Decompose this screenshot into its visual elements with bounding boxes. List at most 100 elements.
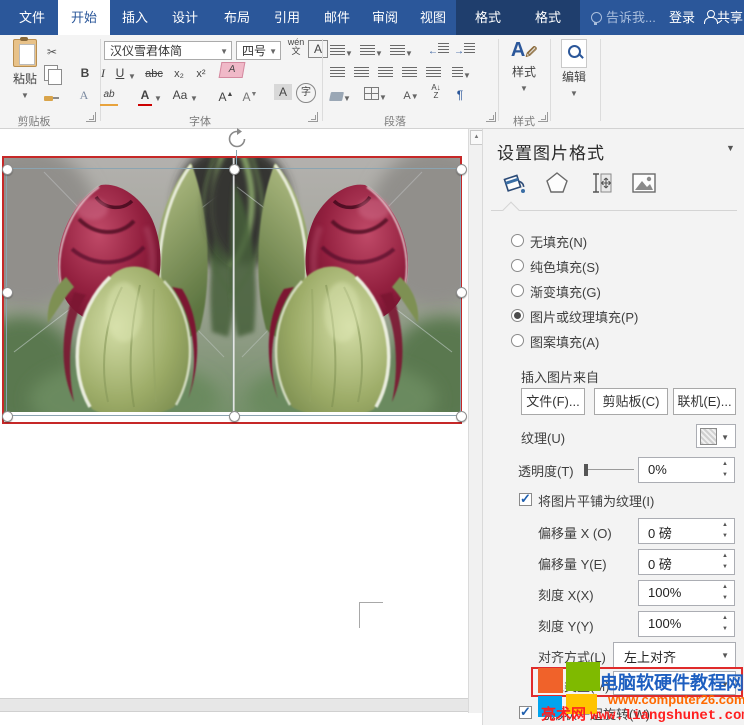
tab-format-picture[interactable]: 格式 [462,0,514,35]
superscript-button[interactable]: x² [192,65,210,83]
radio-solid-fill-label[interactable]: 纯色填充(S) [530,257,599,276]
tab-review[interactable]: 审阅 [362,0,408,35]
tab-design[interactable]: 设计 [162,0,208,35]
enclose-characters-icon[interactable]: 字 [296,83,316,103]
fill-line-tab-icon[interactable] [499,169,527,197]
pane-options-caret-icon[interactable]: ▼ [726,143,735,153]
tab-references[interactable]: 引用 [264,0,310,35]
radio-no-fill[interactable] [511,234,524,247]
tile-as-texture-checkbox[interactable] [519,493,532,506]
layout-size-tab-icon[interactable] [589,171,613,195]
vertical-scrollbar[interactable]: ▲ [468,129,482,713]
radio-picture-texture-fill[interactable] [511,309,524,322]
offset-x-spinbox[interactable]: 0 磅▲▼ [638,518,735,544]
alignment-dropdown[interactable]: 左上对齐 ▼ [613,642,736,668]
align-left-icon[interactable] [330,65,345,83]
italic-button[interactable]: I [98,64,108,82]
tab-insert[interactable]: 插入 [112,0,158,35]
character-border-icon[interactable]: A [308,40,328,58]
copy-icon[interactable] [44,65,58,86]
effects-tab-icon[interactable] [545,171,569,195]
texture-dropdown[interactable]: ▼ [696,424,736,448]
transparency-spinbox[interactable]: 0% ▲▼ [638,457,735,483]
cut-icon[interactable]: ✂ [42,43,62,61]
phonetic-guide-icon[interactable]: wén文 [285,38,307,56]
resize-handle-bottom-left[interactable] [2,411,13,422]
shading-icon[interactable]: ▼ [330,88,351,108]
change-case-icon[interactable]: Aa [170,86,190,104]
font-name-combo[interactable]: 汉仪雪君体简▼ [104,41,232,60]
clipboard-dialog-launcher[interactable] [86,112,96,122]
resize-handle-top-right[interactable] [456,164,467,175]
styles-dialog-launcher[interactable] [538,112,548,122]
insert-online-button[interactable]: 联机(E)... [673,388,736,415]
radio-picture-texture-fill-label[interactable]: 图片或纹理填充(P) [530,307,638,326]
borders-icon[interactable]: ▼ [364,87,387,107]
radio-gradient-fill-label[interactable]: 渐变填充(G) [530,282,601,301]
tell-me-box[interactable]: 告诉我... [606,0,660,35]
justify-icon[interactable] [402,65,417,83]
font-color-icon[interactable]: A [138,86,152,104]
editing-button[interactable]: 编辑 ▼ [554,39,594,107]
radio-pattern-fill[interactable] [511,334,524,347]
sort-icon[interactable]: A↓Z [428,84,444,100]
radio-pattern-fill-label[interactable]: 图案填充(A) [530,332,599,351]
font-dialog-launcher[interactable] [308,112,318,122]
rotation-handle[interactable] [226,128,248,150]
shrink-font-icon[interactable]: A▼ [242,86,258,106]
picture-tab-icon[interactable] [631,171,657,195]
numbering-icon[interactable]: ▼ [360,43,383,63]
resize-handle-bottom-center[interactable] [229,411,240,422]
paragraph-dialog-launcher[interactable] [486,112,496,122]
resize-handle-top-left[interactable] [2,164,13,175]
resize-handle-bottom-right[interactable] [456,411,467,422]
distribute-icon[interactable] [426,65,441,83]
share-button[interactable]: 共享 [716,0,744,35]
align-right-icon[interactable] [378,65,393,83]
asian-layout-icon[interactable]: A▼ [402,86,420,106]
align-center-icon[interactable] [354,65,369,83]
rotate-with-shape-checkbox[interactable] [519,706,532,719]
radio-gradient-fill[interactable] [511,284,524,297]
text-effects-icon[interactable]: A [76,86,92,104]
resize-handle-middle-left[interactable] [2,287,13,298]
tab-home[interactable]: 开始 [58,0,110,35]
decrease-indent-icon[interactable]: ← [428,43,449,61]
underline-button[interactable]: U [114,64,126,82]
grow-font-icon[interactable]: A▲ [218,86,234,106]
strikethrough-button[interactable]: abc [142,65,166,83]
sign-in-button[interactable]: 登录 [662,0,702,35]
bold-button[interactable]: B [78,64,92,82]
horizontal-scrollbar[interactable] [0,698,468,712]
font-size-combo[interactable]: 四号▼ [236,41,281,60]
radio-no-fill-label[interactable]: 无填充(N) [530,232,587,251]
show-hide-marks-icon[interactable]: ¶ [452,86,468,104]
bullets-icon[interactable]: ▼ [330,43,353,63]
offset-y-spinbox[interactable]: 0 磅▲▼ [638,549,735,575]
change-case-caret-icon[interactable]: ▼ [190,90,198,108]
subscript-button[interactable]: x₂ [170,65,188,83]
resize-handle-top-center[interactable] [229,164,240,175]
underline-caret-icon[interactable]: ▼ [128,68,136,86]
font-color-caret-icon[interactable]: ▼ [154,90,162,108]
transparency-slider-thumb[interactable] [584,464,588,476]
tab-file[interactable]: 文件 [6,0,58,35]
tab-layout[interactable]: 布局 [214,0,260,35]
tab-mailings[interactable]: 邮件 [314,0,360,35]
tile-as-texture-label[interactable]: 将图片平铺为纹理(I) [538,491,654,510]
tab-format-drawing[interactable]: 格式 [522,0,574,35]
character-shading-icon[interactable]: A [274,84,292,100]
format-painter-icon[interactable] [44,89,58,107]
text-highlight-color-icon[interactable]: ab [100,86,118,104]
insert-clipboard-button[interactable]: 剪贴板(C) [594,388,668,415]
resize-handle-middle-right[interactable] [456,287,467,298]
tab-view[interactable]: 视图 [410,0,456,35]
scale-y-spinbox[interactable]: 100%▲▼ [638,611,735,637]
insert-file-button[interactable]: 文件(F)... [521,388,585,415]
scale-x-spinbox[interactable]: 100%▲▼ [638,580,735,606]
line-spacing-icon[interactable]: ▼ [452,65,471,85]
radio-solid-fill[interactable] [511,259,524,272]
multilevel-list-icon[interactable]: ▼ [390,43,413,63]
transparency-slider-track[interactable] [588,469,634,470]
styles-button[interactable]: A🖉 样式 ▼ [502,39,546,107]
